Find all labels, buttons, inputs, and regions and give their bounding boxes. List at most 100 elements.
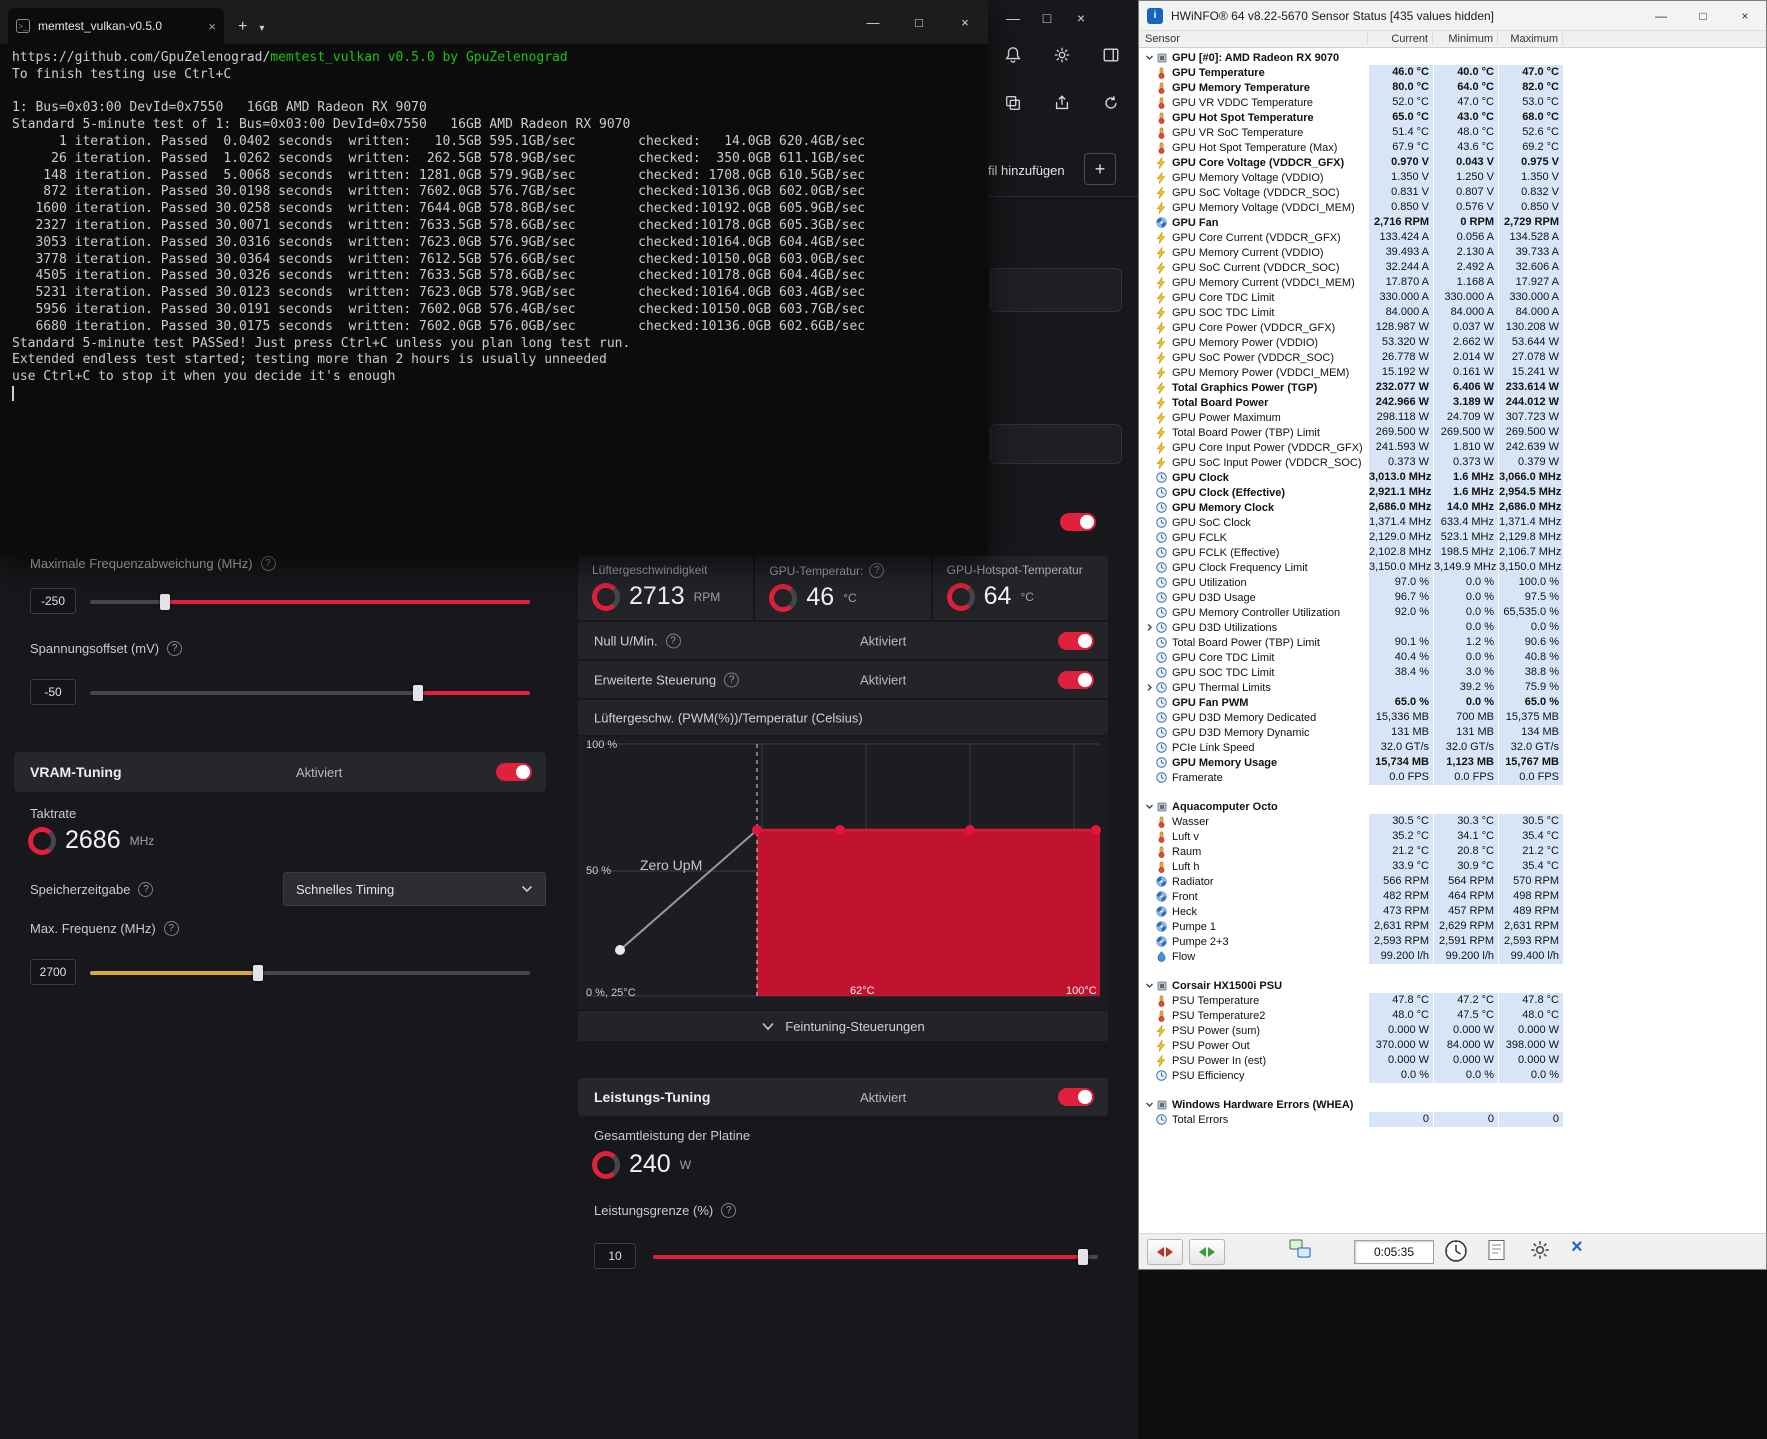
close-icon[interactable]: × (1064, 6, 1098, 30)
sensor-row[interactable]: Flow 99.200 l/h 99.200 l/h 99.400 l/h (1143, 949, 1766, 964)
max-frequency-slider[interactable] (90, 965, 530, 981)
collapse-icon[interactable] (1143, 1100, 1156, 1109)
sensor-row[interactable]: PSU Power Out 370.000 W 84.000 W 398.000 W (1143, 1038, 1766, 1053)
max-frequency-offset-slider[interactable] (90, 594, 530, 610)
sensor-row[interactable]: GPU Memory Voltage (VDDCI_MEM) 0.850 V 0.5… (1143, 200, 1766, 215)
help-icon[interactable] (163, 921, 179, 936)
sensor-row[interactable]: Total Board Power 242.966 W 3.189 W 244.012… (1143, 395, 1766, 410)
sensor-row[interactable]: PSU Efficiency 0.0 % 0.0 % 0.0 % (1143, 1068, 1766, 1083)
sensor-table-header[interactable]: Sensor Current Minimum Maximum (1139, 31, 1766, 48)
new-tab-icon[interactable]: + (238, 18, 247, 36)
memory-timing-select[interactable]: Schnelles Timing (283, 872, 546, 906)
sensor-row[interactable]: GPU Core Voltage (VDDCR_GFX) 0.970 V 0.043… (1143, 155, 1766, 170)
maximize-icon[interactable]: □ (896, 0, 942, 44)
sensor-row[interactable]: Pumpe 1 2,631 RPM 2,629 RPM 2,631 RPM (1143, 919, 1766, 934)
help-icon[interactable] (721, 1203, 737, 1218)
sensor-row[interactable]: GPU Memory Power (VDDIO) 53.320 W 2.662 W5… (1143, 335, 1766, 350)
sensor-row[interactable]: GPU FCLK (Effective) 2,102.8 MHz 198.5 MHz… (1143, 545, 1766, 560)
column-current[interactable]: Current (1369, 33, 1433, 45)
sensor-row[interactable]: Front 482 RPM 464 RPM 498 RPM (1143, 889, 1766, 904)
sensor-row[interactable]: GPU D3D Utilizations 0.0 % 0.0 % (1143, 620, 1766, 635)
sidebar-panel-icon[interactable] (1096, 42, 1126, 68)
curve-point[interactable] (752, 825, 762, 835)
sensor-row[interactable]: PSU Power In (est) 0.000 W 0.000 W 0.000 W (1143, 1053, 1766, 1068)
slider-handle[interactable] (413, 685, 423, 701)
sensor-row[interactable]: GPU Memory Clock 2,686.0 MHz 14.0 MHz 2,686… (1143, 500, 1766, 515)
sensor-row[interactable]: PCIe Link Speed 32.0 GT/s 32.0 GT/s 32.0 GT… (1143, 740, 1766, 755)
slider-handle[interactable] (253, 965, 263, 981)
sensor-row[interactable]: GPU Memory Power (VDDCI_MEM) 15.192 W 0.16… (1143, 365, 1766, 380)
help-icon[interactable] (869, 563, 885, 578)
sensor-row[interactable]: GPU SoC Power (VDDCR_SOC) 26.778 W 2.014 W… (1143, 350, 1766, 365)
power-limit-input[interactable]: 10 (594, 1243, 636, 1269)
sensor-row[interactable]: GPU Core Input Power (VDDCR_GFX) 241.593 … (1143, 440, 1766, 455)
sensor-row[interactable]: GPU SOC TDC Limit 38.4 % 3.0 % 38.8 % (1143, 665, 1766, 680)
sensor-group-header[interactable]: Windows Hardware Errors (WHEA) (1143, 1097, 1766, 1112)
sensor-row[interactable]: Radiator 566 RPM 564 RPM 570 RPM (1143, 874, 1766, 889)
share-icon[interactable] (1047, 90, 1077, 116)
plus-icon[interactable]: + (1084, 153, 1116, 185)
sensor-row[interactable]: GPU SoC Input Power (VDDCR_SOC) 0.373 W 0.… (1143, 455, 1766, 470)
sensor-row[interactable]: GPU Temperature 46.0 °C 40.0 °C 47.0 °C (1143, 65, 1766, 80)
close-icon[interactable]: × (942, 0, 988, 44)
collapse-icon[interactable] (1143, 981, 1156, 990)
sensor-row[interactable]: Luft h 33.9 °C 30.9 °C 35.4 °C (1143, 859, 1766, 874)
fan-curve-chart[interactable]: 100 % 50 % 0 %, 25°C 62°C 100°C Zero UpM (578, 737, 1108, 1009)
sensor-row[interactable]: GPU Core Power (VDDCR_GFX) 128.987 W 0.037… (1143, 320, 1766, 335)
minimize-icon[interactable]: — (996, 6, 1030, 30)
sensor-row[interactable]: GPU Memory Current (VDDIO) 39.493 A 2.130 … (1143, 245, 1766, 260)
collapse-icon[interactable] (1143, 802, 1156, 811)
sensor-group-header[interactable]: Corsair HX1500i PSU (1143, 978, 1766, 993)
slider-handle[interactable] (160, 594, 170, 610)
tab-close-icon[interactable]: × (208, 19, 216, 34)
sensor-row[interactable]: GPU VR VDDC Temperature 52.0 °C 47.0 °C 53.… (1143, 95, 1766, 110)
sensor-row[interactable]: Luft v 35.2 °C 34.1 °C 35.4 °C (1143, 829, 1766, 844)
fan-curve-svg[interactable] (578, 737, 1108, 1009)
sensor-row[interactable]: GPU SoC Voltage (VDDCR_SOC) 0.831 V 0.807 … (1143, 185, 1766, 200)
sensor-row[interactable]: Total Board Power (TBP) Limit 269.500 W 26… (1143, 425, 1766, 440)
sensor-row[interactable]: PSU Power (sum) 0.000 W 0.000 W 0.000 W (1143, 1023, 1766, 1038)
sensor-row[interactable]: GPU SOC TDC Limit 84.000 A 84.000 A 84.000 … (1143, 305, 1766, 320)
collapse-icon[interactable] (1143, 53, 1156, 62)
sensor-row[interactable]: GPU Clock 3,013.0 MHz 1.6 MHz 3,066.0 MHz (1143, 470, 1766, 485)
column-minimum[interactable]: Minimum (1434, 33, 1498, 45)
sensor-row[interactable]: PSU Temperature2 48.0 °C 47.5 °C 48.0 °C (1143, 1008, 1766, 1023)
voltage-offset-input[interactable]: -50 (30, 679, 76, 705)
expand-icon[interactable] (1143, 623, 1156, 632)
maximize-icon[interactable]: □ (1030, 6, 1064, 30)
close-icon[interactable]: × (1724, 1, 1766, 31)
sensor-row[interactable]: GPU Hot Spot Temperature 65.0 °C 43.0 °C 68… (1143, 110, 1766, 125)
sensor-row[interactable]: Wasser 30.5 °C 30.3 °C 30.5 °C (1143, 814, 1766, 829)
sensor-row[interactable]: GPU Utilization 97.0 % 0.0 % 100.0 % (1143, 575, 1766, 590)
sensor-row[interactable]: GPU Memory Voltage (VDDIO) 1.350 V 1.250 V… (1143, 170, 1766, 185)
next-sensor-button[interactable] (1189, 1239, 1225, 1265)
sensor-row[interactable]: Total Graphics Power (TGP) 232.077 W 6.406… (1143, 380, 1766, 395)
sensor-row[interactable]: GPU Memory Temperature 80.0 °C 64.0 °C 82.0… (1143, 80, 1766, 95)
sensor-row[interactable]: GPU FCLK 2,129.0 MHz 523.1 MHz 2,129.8 MHz (1143, 530, 1766, 545)
help-icon[interactable] (724, 672, 740, 687)
sensor-row[interactable]: GPU Memory Usage 15,734 MB 1,123 MB 15,767 … (1143, 755, 1766, 770)
sensor-row[interactable]: GPU Memory Controller Utilization 92.0 % 0… (1143, 605, 1766, 620)
curve-point[interactable] (965, 825, 975, 835)
minimize-icon[interactable]: — (850, 0, 896, 44)
sensor-row[interactable]: GPU D3D Usage 96.7 % 0.0 % 97.5 % (1143, 590, 1766, 605)
copy-icon[interactable] (998, 90, 1028, 116)
sensor-row[interactable]: GPU Core TDC Limit 330.000 A 330.000 A 330.… (1143, 290, 1766, 305)
voltage-offset-slider[interactable] (90, 685, 530, 701)
expand-icon[interactable] (1143, 683, 1156, 692)
vram-tuning-toggle[interactable] (496, 763, 532, 781)
close-sensors-icon[interactable]: × (1571, 1236, 1583, 1259)
sensor-row[interactable]: GPU Core Current (VDDCR_GFX) 133.424 A 0.0… (1143, 230, 1766, 245)
prev-sensor-button[interactable] (1147, 1239, 1183, 1265)
bell-icon[interactable] (998, 42, 1028, 68)
sensor-row[interactable]: GPU SoC Clock 1,371.4 MHz 633.4 MHz 1,371.4… (1143, 515, 1766, 530)
help-icon[interactable] (665, 633, 681, 648)
sensor-row[interactable]: GPU Fan PWM 65.0 % 0.0 % 65.0 % (1143, 695, 1766, 710)
terminal-tab[interactable]: >_ memtest_vulkan-v0.5.0 × (8, 8, 224, 44)
max-frequency-input[interactable]: 2700 (30, 959, 76, 985)
zero-rpm-toggle[interactable] (1058, 631, 1094, 650)
sensor-row[interactable]: GPU Clock Frequency Limit 3,150.0 MHz 3,14… (1143, 560, 1766, 575)
sensor-group-header[interactable]: Aquacomputer Octo (1143, 799, 1766, 814)
sensor-row[interactable]: Pumpe 2+3 2,593 RPM 2,591 RPM 2,593 RPM (1143, 934, 1766, 949)
sensor-row[interactable]: GPU Core TDC Limit 40.4 % 0.0 % 40.8 % (1143, 650, 1766, 665)
